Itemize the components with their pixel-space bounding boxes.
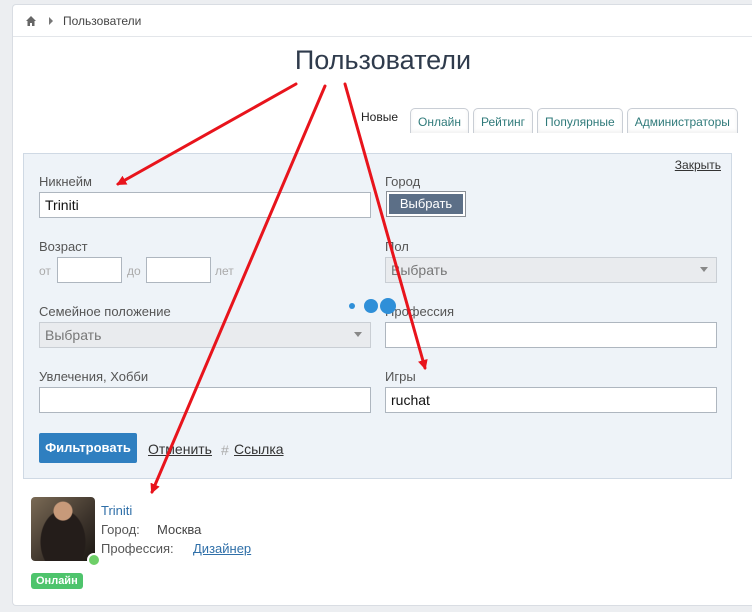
- profession-link[interactable]: Дизайнер: [193, 541, 251, 556]
- city-value: Москва: [157, 522, 202, 537]
- tab-online[interactable]: Онлайн: [410, 108, 469, 133]
- nickname-label: Никнейм: [39, 174, 92, 189]
- filter-button[interactable]: Фильтровать: [39, 433, 137, 463]
- age-from-label: от: [39, 264, 51, 278]
- games-label: Игры: [385, 369, 416, 384]
- home-icon[interactable]: [25, 15, 37, 27]
- hobbies-label: Увлечения, Хобби: [39, 369, 149, 384]
- avatar[interactable]: [31, 497, 95, 561]
- games-input[interactable]: ruchat: [385, 387, 717, 413]
- chevron-down-icon: [354, 332, 362, 337]
- users-panel: Пользователи Пользователи Новые Онлайн Р…: [12, 4, 752, 606]
- cancel-link[interactable]: Отменить: [148, 441, 212, 457]
- breadcrumb-current: Пользователи: [63, 13, 142, 28]
- hobbies-input[interactable]: [39, 387, 371, 413]
- marital-label: Семейное положение: [39, 304, 171, 319]
- gender-label: Пол: [385, 239, 409, 254]
- age-to-input[interactable]: [146, 257, 211, 283]
- age-to-label: до: [127, 264, 141, 278]
- chevron-right-icon: [49, 16, 53, 25]
- profession-label: Профессия:: [101, 541, 174, 556]
- online-badge: Онлайн: [31, 573, 83, 589]
- city-label: Город: [385, 174, 421, 189]
- age-label: Возраст: [39, 239, 88, 254]
- close-filter-link[interactable]: Закрыть: [675, 158, 721, 172]
- hash-icon: #: [221, 442, 229, 458]
- city-select-button[interactable]: Выбрать: [386, 191, 466, 217]
- nickname-input[interactable]: Triniti: [39, 192, 371, 218]
- breadcrumb: Пользователи: [13, 5, 752, 37]
- profession-input[interactable]: [385, 322, 717, 348]
- tab-new[interactable]: Новые: [353, 103, 406, 133]
- page-title: Пользователи: [294, 45, 472, 75]
- online-status-dot: [87, 553, 101, 567]
- tab-admins[interactable]: Администраторы: [626, 108, 738, 133]
- tab-popular[interactable]: Популярные: [537, 108, 623, 133]
- permalink[interactable]: Ссылка: [234, 441, 284, 457]
- filter-form: Закрыть Никнейм Triniti Город Выбрать Во…: [23, 153, 732, 479]
- user-name-link[interactable]: Triniti: [101, 503, 132, 518]
- tab-rating[interactable]: Рейтинг: [472, 108, 534, 133]
- marital-select[interactable]: Выбрать: [39, 322, 371, 348]
- age-from-input[interactable]: [57, 257, 122, 283]
- tabs-bar: Новые Онлайн Рейтинг Популярные Админист…: [349, 107, 738, 133]
- age-unit-label: лет: [215, 264, 234, 278]
- loading-indicator: [349, 298, 396, 314]
- gender-select[interactable]: Выбрать: [385, 257, 717, 283]
- chevron-down-icon: [700, 267, 708, 272]
- city-label: Город:: [101, 522, 140, 537]
